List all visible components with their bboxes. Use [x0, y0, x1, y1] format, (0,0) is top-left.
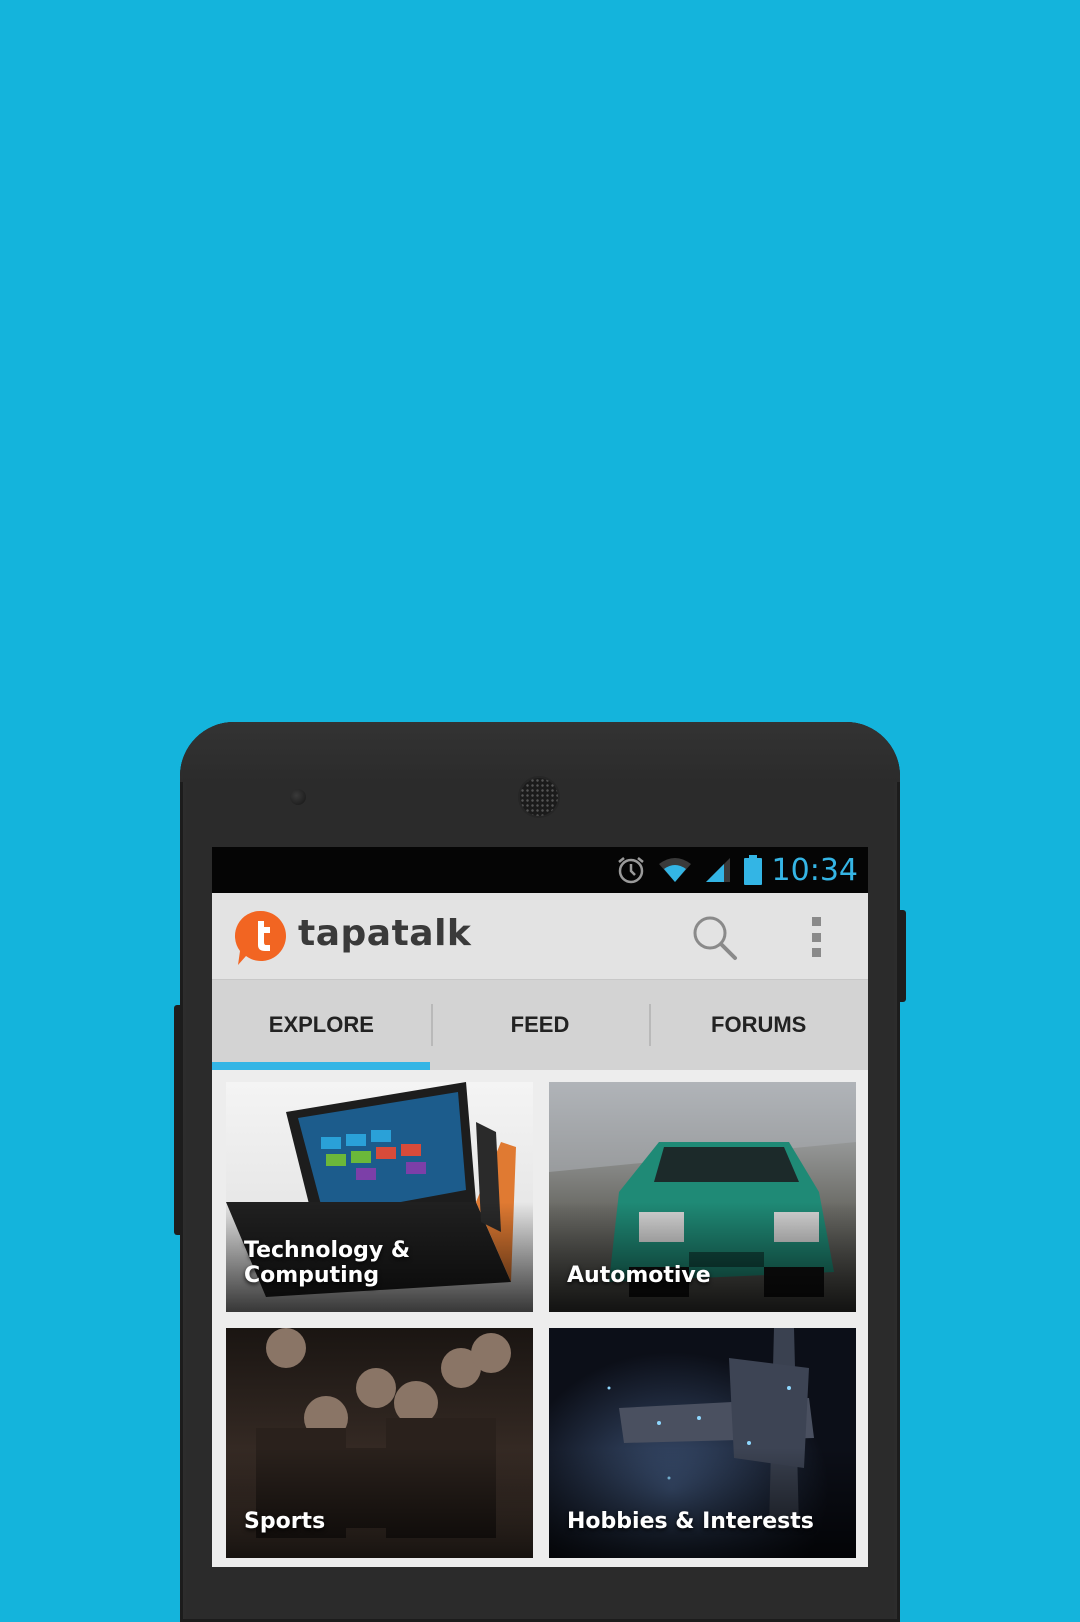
action-bar: tapatalk — [212, 893, 868, 979]
overflow-dot — [811, 917, 821, 926]
phone-frame: 10:34 tapatalk EXPLORE FEED FORUMS Techn… — [180, 722, 900, 1622]
status-time: 10:34 — [771, 852, 858, 888]
overflow-dot — [811, 932, 821, 942]
category-label: Automotive — [567, 1263, 711, 1288]
selected-tab-indicator — [212, 1062, 430, 1070]
phone-screen: 10:34 tapatalk EXPLORE FEED FORUMS Techn… — [212, 847, 868, 1567]
phone-top — [180, 722, 900, 782]
category-label: Sports — [244, 1509, 326, 1534]
tab-feed[interactable]: FEED — [430, 980, 650, 1070]
category-card-technology[interactable]: Technology & Computing — [226, 1082, 533, 1312]
category-label: Technology & Computing — [244, 1238, 411, 1288]
wifi-icon — [658, 858, 691, 882]
earpiece-speaker — [520, 778, 558, 816]
signal-icon — [705, 858, 730, 882]
status-bar: 10:34 — [212, 847, 868, 893]
category-grid: Technology & Computing Automotive Sports… — [212, 1070, 868, 1567]
card-shade — [549, 1448, 856, 1558]
search-icon[interactable] — [690, 913, 740, 963]
tab-bar: EXPLORE FEED FORUMS — [212, 979, 868, 1070]
overflow-dot — [811, 948, 821, 957]
status-icons — [616, 855, 762, 885]
app-title: tapatalk — [298, 913, 472, 954]
overflow-menu-icon[interactable] — [808, 917, 824, 957]
battery-icon — [743, 855, 762, 885]
tab-explore[interactable]: EXPLORE — [212, 980, 431, 1070]
tab-label: FORUMS — [711, 1012, 807, 1037]
proximity-sensor — [290, 789, 306, 805]
alarm-icon — [617, 857, 644, 884]
category-card-automotive[interactable]: Automotive — [549, 1082, 856, 1312]
category-label: Hobbies & Interests — [567, 1509, 814, 1534]
tapatalk-logo-icon[interactable] — [234, 909, 288, 967]
card-shade — [549, 1202, 856, 1312]
card-shade — [226, 1448, 533, 1558]
category-card-sports[interactable]: Sports — [226, 1328, 533, 1558]
tab-label: EXPLORE — [268, 1012, 374, 1037]
category-card-hobbies[interactable]: Hobbies & Interests — [549, 1328, 856, 1558]
tab-label: FEED — [510, 1012, 570, 1037]
tab-forums[interactable]: FORUMS — [649, 980, 868, 1070]
